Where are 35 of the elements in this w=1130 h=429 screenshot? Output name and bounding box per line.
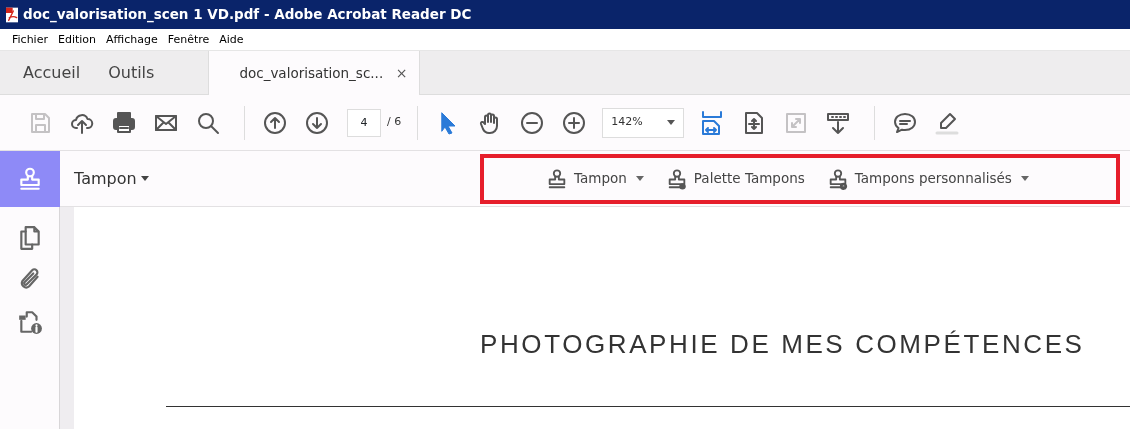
page-count: / 6 [387,114,402,131]
file-info-icon [16,309,43,335]
sidebar-button[interactable] [16,309,43,335]
document-tab[interactable]: doc_valorisation_sc... × [208,51,421,95]
expand-icon [784,110,809,135]
menu-item[interactable]: Aide [219,32,244,50]
stamp-toolbar-item[interactable]: Tampon [546,167,644,190]
stamp-tool-button[interactable] [0,150,60,207]
close-tab-button[interactable]: × [395,62,408,84]
page-number-field[interactable]: 4 [347,108,381,137]
minus-circle-icon [520,110,545,135]
document-heading: PHOTOGRAPHIE DE MES COMPÉTENCES [480,328,1085,361]
arrow-down-circle-icon [305,110,329,135]
stamp-toolbar-item[interactable]: Tampons personnalisés [826,167,1029,190]
plus-circle-icon [562,110,587,135]
fit-width-icon [700,110,725,135]
stamp-toolbar-item[interactable]: Palette Tampons [665,167,805,190]
nav-tab[interactable]: Accueil [9,51,95,94]
printer-icon [112,110,136,135]
read-mode-icon [826,110,851,135]
speech-bubble-icon [893,110,918,135]
zoom-dropdown[interactable]: 142% [602,107,685,138]
marker-pen-icon [935,110,960,135]
pdf-file-icon [4,6,20,23]
stamp-menu[interactable]: Tampon [74,166,149,191]
search-icon [196,110,220,135]
menu-item[interactable]: Affichage [106,32,158,50]
nav-tab[interactable]: Outils [94,51,169,94]
window-title: doc_valorisation_scen 1 VD.pdf - Adobe Acrobat Reader DC [23,5,472,25]
menu-item[interactable]: Fenêtre [167,32,210,50]
menu-item[interactable]: Fichier [12,32,48,50]
stamp-icon [546,167,568,190]
stamp-icon [17,165,43,192]
arrow-up-circle-icon [263,110,287,135]
menu-item[interactable]: Edition [57,32,96,50]
